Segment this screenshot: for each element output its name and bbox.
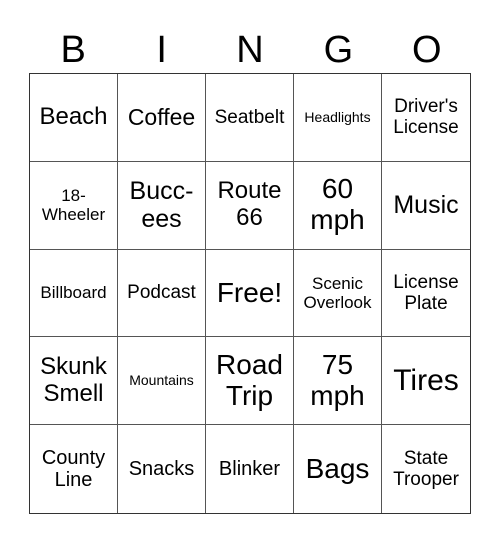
bingo-cell[interactable]: Tires	[382, 337, 470, 426]
bingo-cell[interactable]: Podcast	[118, 249, 206, 338]
bingo-cell[interactable]: Music	[382, 162, 470, 250]
header-letter-g: G	[323, 29, 354, 71]
free-space[interactable]: Free!	[206, 249, 294, 338]
bingo-cell[interactable]: Bucc-ees	[118, 161, 206, 250]
header-letter-b: B	[60, 29, 86, 71]
bingo-cell[interactable]: Blinker	[206, 425, 294, 513]
bingo-grid: Beach Coffee Seatbelt Headlights Driver'…	[29, 73, 471, 514]
bingo-cell[interactable]: Driver's License	[382, 74, 470, 162]
bingo-cell[interactable]: State Trooper	[382, 425, 470, 513]
bingo-cell[interactable]: Beach	[30, 74, 118, 162]
bingo-cell[interactable]: Scenic Overlook	[294, 249, 382, 338]
bingo-cell[interactable]: Seatbelt	[206, 74, 294, 162]
bingo-cell[interactable]: 60 mph	[294, 161, 382, 250]
bingo-cell[interactable]: County Line	[30, 425, 118, 513]
bingo-cell[interactable]: Route 66	[206, 161, 294, 250]
header-letter-i: I	[156, 29, 167, 71]
bingo-cell[interactable]: License Plate	[382, 250, 470, 338]
bingo-cell[interactable]: Skunk Smell	[30, 337, 118, 426]
bingo-cell[interactable]: Mountains	[118, 337, 206, 426]
bingo-cell[interactable]: Snacks	[118, 425, 206, 513]
bingo-cell[interactable]: Bags	[294, 425, 382, 513]
bingo-cell[interactable]: Headlights	[294, 74, 382, 162]
bingo-cell[interactable]: Coffee	[118, 74, 206, 162]
bingo-cell[interactable]: 18-Wheeler	[30, 161, 118, 250]
bingo-cell[interactable]: 75 mph	[294, 337, 382, 426]
header-letter-o: O	[412, 29, 442, 71]
bingo-header: B I N G O	[29, 28, 471, 72]
header-letter-n: N	[236, 29, 264, 71]
bingo-cell[interactable]: Billboard	[30, 249, 118, 338]
bingo-cell[interactable]: Road Trip	[206, 337, 294, 426]
